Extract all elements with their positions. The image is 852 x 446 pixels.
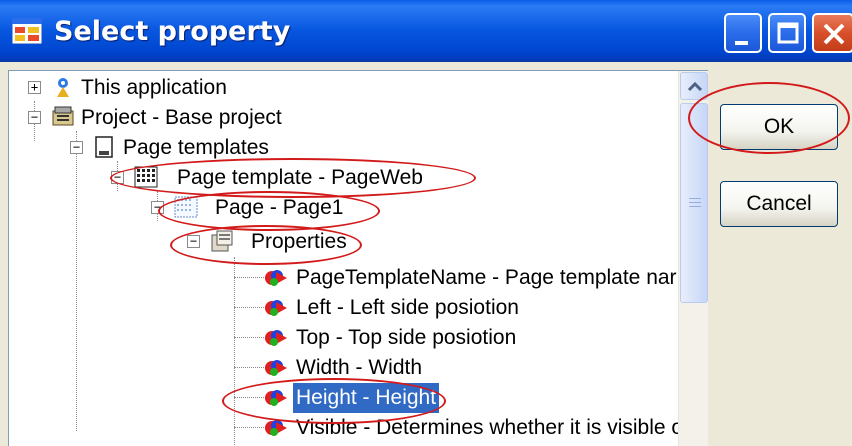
tree-item-label: Properties [251,230,347,253]
maximize-button[interactable] [768,13,806,53]
property-icon [265,360,287,376]
thumb-grip [689,198,701,199]
cancel-button[interactable]: Cancel [720,181,838,227]
collapse-toggle[interactable]: − [111,171,124,184]
chevron-up-icon [687,81,703,92]
properties-icon [211,230,233,252]
tree-item-property[interactable]: Visible - Determines whether it is visib… [9,413,689,443]
collapse-toggle[interactable]: − [151,201,164,214]
tree-item-label: Width - Width [296,356,423,379]
templates-icon [95,136,113,158]
tree-item-page-page1[interactable]: − Page - Page1 [9,193,689,223]
property-icon [265,390,287,406]
tree-item-label: Page - Page1 [215,196,344,219]
tree-item-property[interactable]: PageTemplateName - Page template nar [9,263,689,293]
property-icon [265,300,287,316]
tree-item-label: Height - Height [293,383,440,413]
tree-item-label: This application [81,76,227,99]
title-bar[interactable]: Select property [0,0,852,62]
property-icon [265,420,287,436]
close-icon [823,23,845,45]
thumb-grip [689,202,701,203]
tree-item-label: Page template - PageWeb [177,166,423,189]
template-icon [134,166,158,188]
vertical-scrollbar[interactable] [678,71,708,446]
tree-item-label: Project - Base project [81,106,282,129]
scroll-thumb[interactable] [680,103,708,303]
app-window-icon [12,18,42,44]
tree-item-properties[interactable]: − Properties [9,227,689,257]
close-button[interactable] [812,13,852,53]
collapse-toggle[interactable]: − [187,235,200,248]
collapse-toggle[interactable]: − [28,111,41,124]
tree-item-property[interactable]: Width - Width [9,353,689,383]
property-icon [265,270,287,286]
tree-item-page-templates[interactable]: − Page templates [9,133,689,163]
minimize-icon [735,41,748,45]
tree-item-label: Top - Top side posiotion [296,326,517,349]
expand-toggle[interactable]: + [28,81,41,94]
tree-item-property-selected[interactable]: Height - Height [9,383,689,413]
tree-item-this-application[interactable]: + This application [9,73,689,103]
maximize-icon [777,22,799,44]
tree-item-property[interactable]: Top - Top side posiotion [9,323,689,353]
window-title: Select property [54,16,291,47]
tree-item-project[interactable]: − Project - Base project [9,103,689,133]
property-tree[interactable]: + This application − Project - Base proj… [8,70,708,446]
tree-item-label: Visible - Determines whether it is visib… [296,416,684,439]
tree-item-page-template-pageweb[interactable]: − Page template - PageWeb [9,163,689,193]
app-icon [57,78,69,97]
minimize-button[interactable] [724,13,762,53]
tree-item-label: Left - Left side posiotion [296,296,519,319]
thumb-grip [689,206,701,207]
collapse-toggle[interactable]: − [70,141,83,154]
project-icon [52,106,74,126]
tree-item-label: PageTemplateName - Page template nar [296,266,677,289]
property-icon [265,330,287,346]
tree-item-label: Page templates [123,136,269,159]
page-icon [174,196,198,218]
scroll-up-button[interactable] [680,72,708,100]
tree-item-property[interactable]: Left - Left side posiotion [9,293,689,323]
ok-button[interactable]: OK [720,104,838,150]
select-property-dialog: Select property + This application − Pro… [0,0,852,446]
